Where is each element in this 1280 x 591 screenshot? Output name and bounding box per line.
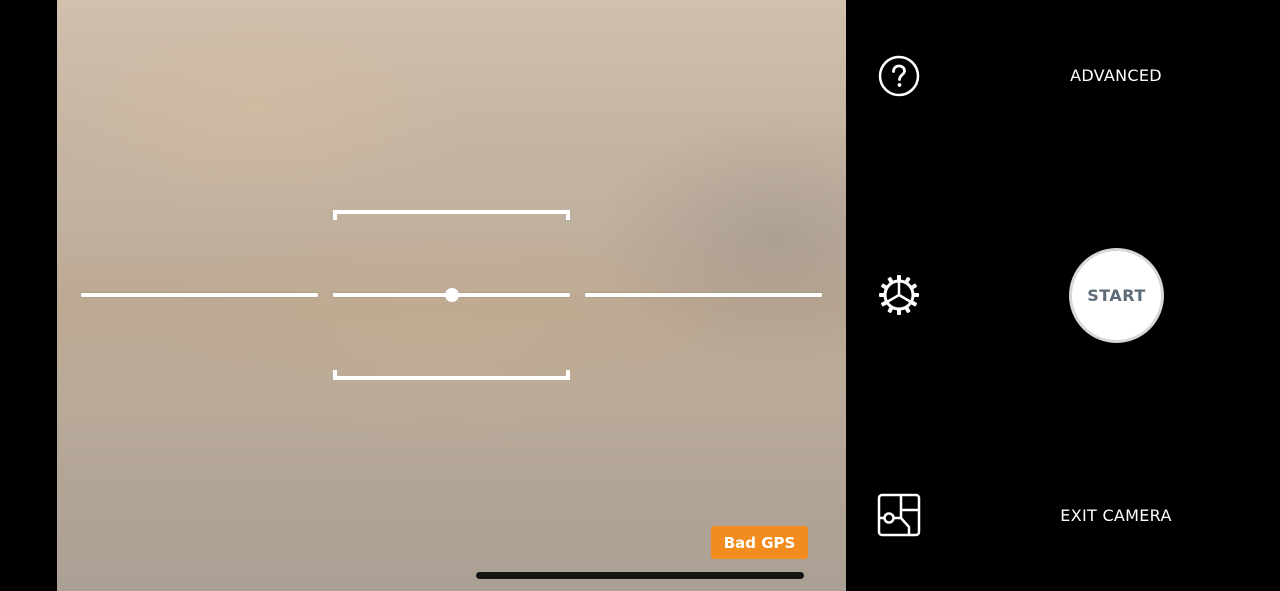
camera-viewfinder[interactable]: Bad GPS: [57, 0, 846, 591]
map-icon: [877, 493, 921, 537]
horizon-line-left: [81, 293, 318, 297]
settings-button[interactable]: [877, 273, 921, 317]
advanced-button[interactable]: ADVANCED: [1026, 66, 1206, 85]
start-label: START: [1087, 286, 1146, 305]
gps-status-badge: Bad GPS: [711, 526, 808, 559]
frame-bracket-bottom: [333, 370, 570, 380]
exit-camera-button[interactable]: EXIT CAMERA: [1026, 506, 1206, 525]
help-button[interactable]: [877, 54, 921, 98]
horizon-line-right: [585, 293, 822, 297]
start-button[interactable]: START: [1069, 248, 1164, 343]
left-black-bar: [0, 0, 57, 591]
frame-bracket-top: [333, 210, 570, 220]
gear-icon: [879, 275, 919, 315]
home-indicator[interactable]: [476, 572, 804, 579]
map-button[interactable]: [877, 493, 921, 537]
question-circle-icon: [878, 55, 920, 97]
level-indicator-dot: [445, 288, 459, 302]
